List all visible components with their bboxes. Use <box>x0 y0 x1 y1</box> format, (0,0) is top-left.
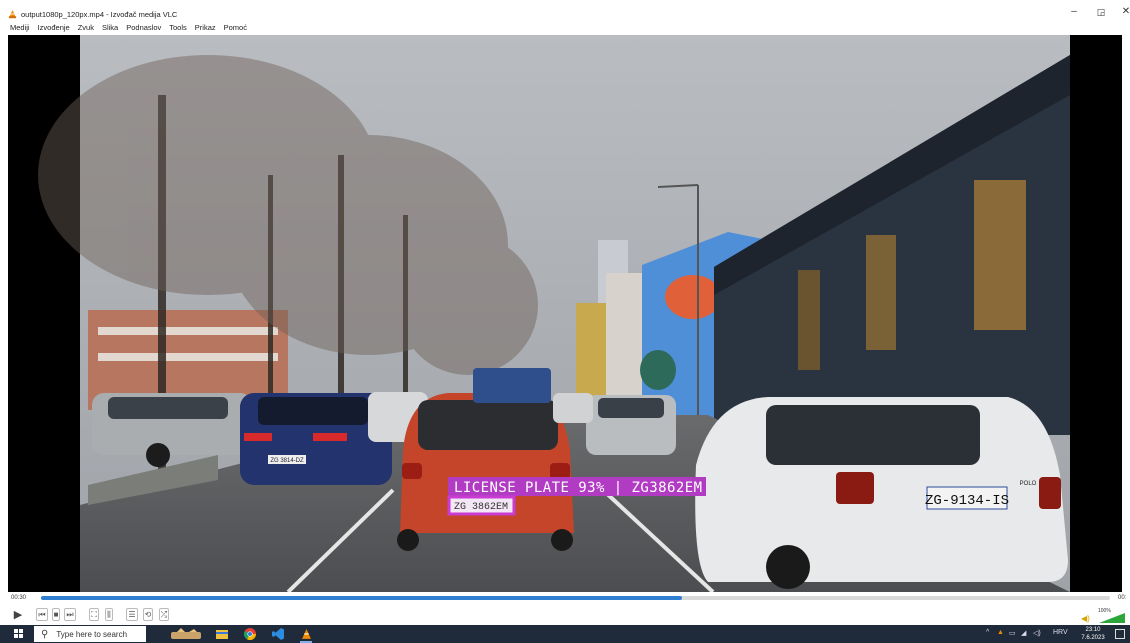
seek-row: 00:30 00: <box>0 593 1130 604</box>
menu-podnaslov[interactable]: Podnaslov <box>126 22 161 34</box>
taskbar-widget-icon[interactable] <box>168 627 206 641</box>
seek-slider[interactable] <box>41 596 1110 600</box>
vscode-icon[interactable] <box>270 627 286 641</box>
tray-wifi-icon[interactable]: ◢ <box>1021 629 1026 637</box>
file-explorer-icon[interactable] <box>214 627 230 641</box>
search-icon: ⚲ <box>41 628 49 640</box>
close-button[interactable]: ✕ <box>1119 6 1130 18</box>
loop-icon: ⟲ <box>142 607 154 621</box>
next-icon: ⏭ <box>64 607 76 621</box>
menu-tools[interactable]: Tools <box>169 22 187 34</box>
play-button[interactable]: ▶ <box>10 607 26 621</box>
minimize-button[interactable]: – <box>1067 6 1081 18</box>
plate-center-text: ZG 3862EM <box>454 502 508 513</box>
playlist-icon: ☰ <box>126 607 138 621</box>
menu-bar: Mediji Izvođenje Zvuk Slika Podnaslov To… <box>0 22 247 34</box>
detection-label: LICENSE PLATE 93% | ZG3862EM <box>454 480 702 496</box>
taskbar-search[interactable]: ⚲ Type here to search <box>34 626 146 642</box>
language-indicator[interactable]: HRV <box>1053 629 1068 636</box>
menu-izvodenje[interactable]: Izvođenje <box>38 22 70 34</box>
tray-chevron-icon[interactable]: ^ <box>986 629 989 636</box>
clock-time: 23:10 <box>1085 627 1101 633</box>
windows-taskbar: ⚲ Type here to search ^ ▲ ▭ ◢ ◁) HRV 23:… <box>0 625 1130 643</box>
shuffle-button[interactable]: ⤮ <box>158 607 170 621</box>
equalizer-icon: ⫼ <box>105 607 113 621</box>
maximize-button[interactable]: ◲ <box>1094 6 1108 18</box>
speaker-icon: ◀) <box>1081 614 1090 623</box>
menu-slika[interactable]: Slika <box>102 22 118 34</box>
elapsed-time: 00:30 <box>11 595 27 601</box>
playlist-button[interactable]: ☰ <box>126 607 138 621</box>
plate-right-text: ZG-9134-IS <box>925 493 1009 509</box>
video-canvas[interactable]: ZG 3814-DZ ZG-9134-IS POLO LICENSE PLATE… <box>8 35 1122 592</box>
menu-mediji[interactable]: Mediji <box>10 22 30 34</box>
notification-icon[interactable] <box>1115 629 1125 639</box>
menu-prikaz[interactable]: Prikaz <box>195 22 216 34</box>
shuffle-icon: ⤮ <box>158 607 170 621</box>
volume-slider[interactable]: ◀) 100% <box>1081 608 1125 624</box>
extended-settings-button[interactable]: ⫼ <box>102 607 116 621</box>
tray-vlc-icon[interactable]: ▲ <box>997 629 1004 636</box>
previous-icon: ⏮ <box>36 607 48 621</box>
volume-wedge <box>1099 613 1125 623</box>
vlc-taskbar-icon[interactable] <box>298 627 314 643</box>
total-time: 00: <box>1118 595 1127 601</box>
tray-volume-icon[interactable]: ◁) <box>1033 629 1041 637</box>
taskbar-clock[interactable]: 23:10 7.6.2023 <box>1079 626 1107 642</box>
stop-icon: ■ <box>51 607 61 621</box>
tray-network-icon[interactable]: ▭ <box>1009 629 1016 637</box>
start-button[interactable] <box>14 629 24 639</box>
menu-pomoc[interactable]: Pomoć <box>224 22 247 34</box>
seek-progress <box>41 596 683 600</box>
plate-left-text: ZG 3814-DZ <box>270 458 304 464</box>
vlc-cone-icon <box>8 10 17 19</box>
clock-date: 7.6.2023 <box>1081 635 1105 641</box>
fullscreen-icon: ⛶ <box>89 607 99 621</box>
search-placeholder: Type here to search <box>56 629 128 639</box>
menu-zvuk[interactable]: Zvuk <box>78 22 94 34</box>
previous-button[interactable]: ⏮ <box>36 607 48 621</box>
fullscreen-button[interactable]: ⛶ <box>88 607 100 621</box>
stop-button[interactable]: ■ <box>50 607 62 621</box>
player-controls: ▶ ⏮ ■ ⏭ ⛶ ⫼ ☰ ⟲ ⤮ ◀) 100% <box>0 605 1130 625</box>
car-badge-text: POLO <box>1020 481 1037 487</box>
window-title: output1080p_120px.mp4 - Izvođač medija V… <box>21 10 178 19</box>
next-button[interactable]: ⏭ <box>64 607 76 621</box>
video-frame: ZG 3814-DZ ZG-9134-IS POLO LICENSE PLATE… <box>38 35 1070 592</box>
loop-button[interactable]: ⟲ <box>142 607 154 621</box>
title-bar: output1080p_120px.mp4 - Izvođač medija V… <box>0 0 1130 20</box>
chrome-icon[interactable] <box>242 627 258 641</box>
